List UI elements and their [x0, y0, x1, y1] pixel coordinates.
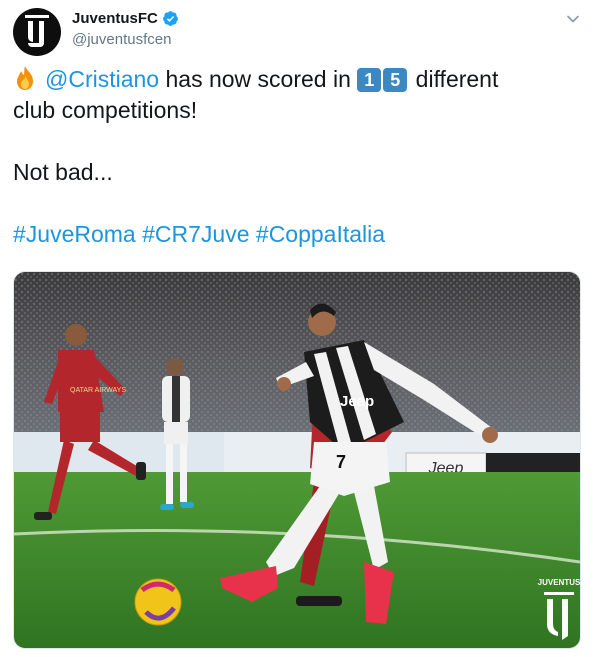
hashtag-link[interactable]: #CoppaItalia — [256, 221, 385, 247]
author-name-row: JuventusFC — [72, 10, 179, 27]
keycap-5-emoji: 5 — [383, 68, 408, 92]
tweet-line-3: Not bad... — [13, 159, 113, 185]
hashtag-link[interactable]: #CR7Juve — [142, 221, 249, 247]
fire-emoji-icon — [17, 66, 33, 90]
tweet-media-photo[interactable]: Jeep QATAR AIRWAYS Jeep 7 JUVENTUS — [13, 271, 581, 649]
juventus-j-logo-icon — [24, 15, 50, 49]
tweet-line-1: @Cristiano has now scored in 15 differen… — [13, 64, 583, 95]
mention-link[interactable]: @Cristiano — [45, 66, 159, 92]
opponent-sponsor-text: QATAR AIRWAYS — [70, 387, 126, 394]
author-handle[interactable]: @juventusfcen — [72, 31, 171, 48]
keycap-1-emoji: 1 — [357, 68, 382, 92]
tweet-card: JuventusFC @juventusfcen @Cristiano has … — [0, 0, 596, 657]
shirt-number-text: 7 — [336, 452, 346, 472]
hashtag-row: #JuveRoma #CR7Juve #CoppaItalia — [13, 219, 583, 250]
shirt-sponsor-text: Jeep — [340, 393, 374, 410]
verified-badge-icon — [162, 11, 178, 26]
tweet-text-part2: different — [415, 66, 499, 92]
watermark-text: JUVENTUS — [538, 578, 580, 587]
tweet-text-part1: has now scored in — [165, 66, 351, 92]
tweet-text: @Cristiano has now scored in 15 differen… — [13, 64, 583, 250]
avatar[interactable] — [13, 8, 61, 56]
hashtag-link[interactable]: #JuveRoma — [13, 221, 136, 247]
chevron-down-icon[interactable] — [566, 12, 580, 26]
author-display-name[interactable]: JuventusFC — [72, 10, 158, 27]
football-match-photo: Jeep QATAR AIRWAYS Jeep 7 JUVENTUS — [14, 272, 580, 648]
football-ball — [134, 578, 182, 626]
tweet-line-2: club competitions! — [13, 97, 198, 123]
